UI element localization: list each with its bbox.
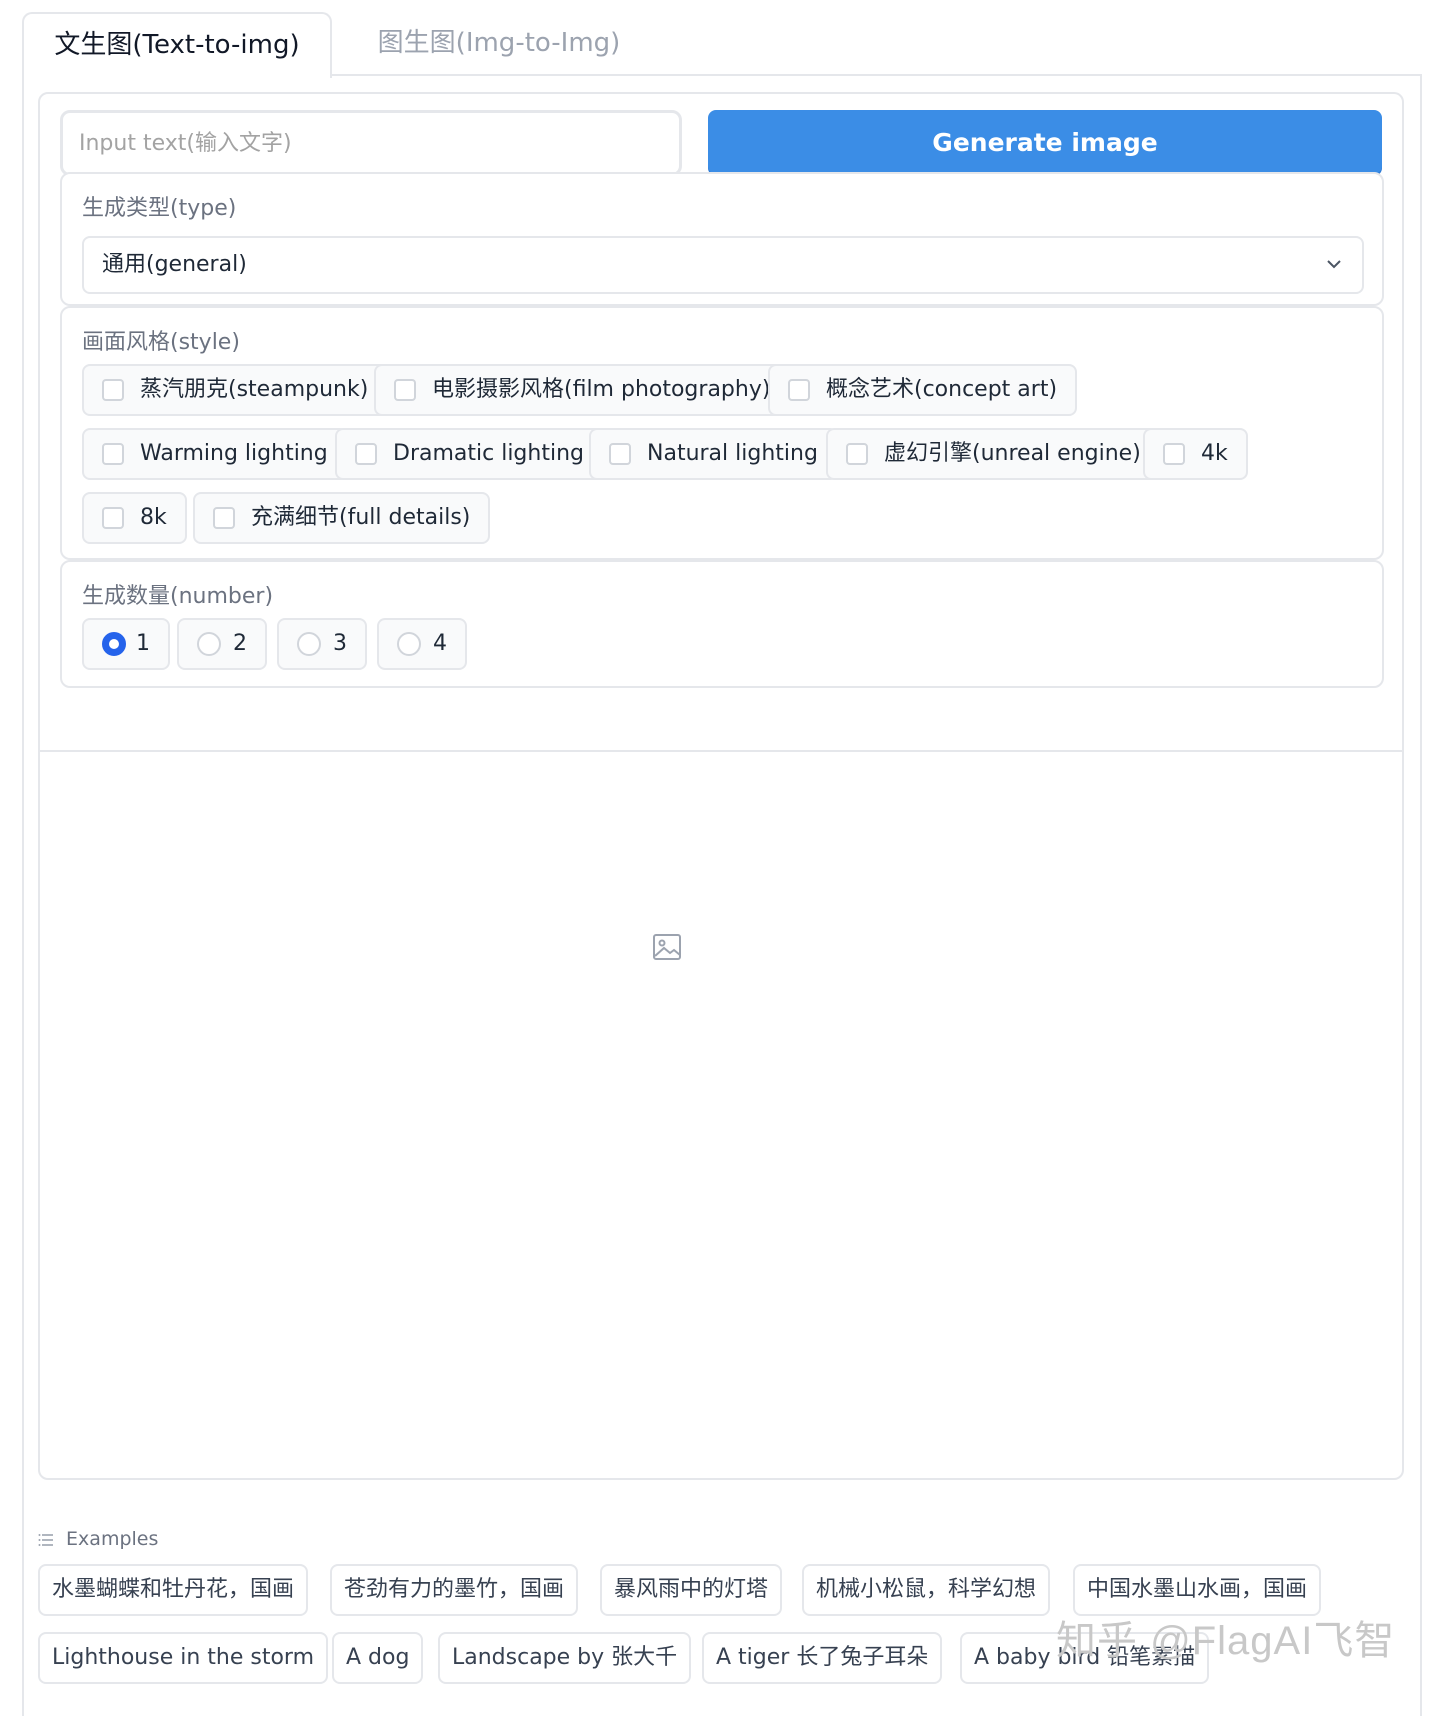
checkbox[interactable] (1163, 443, 1185, 465)
checkbox[interactable] (394, 379, 416, 401)
examples-label: Examples (66, 1528, 159, 1550)
checkbox[interactable] (355, 443, 377, 465)
checkbox[interactable] (102, 507, 124, 529)
generate-image-button[interactable]: Generate image (708, 110, 1382, 174)
style-option-steampunk[interactable]: 蒸汽朋克(steampunk) (82, 364, 389, 416)
type-label: 生成类型(type) (82, 196, 237, 221)
number-option-1[interactable]: 1 (82, 618, 170, 670)
number-section: 生成数量(number) 1 2 3 4 (60, 560, 1384, 688)
style-option-natural-lighting[interactable]: Natural lighting (589, 428, 838, 480)
type-section: 生成类型(type) 通用(general) (60, 172, 1384, 306)
radio-button[interactable] (297, 632, 321, 656)
style-option-warming-lighting[interactable]: Warming lighting (82, 428, 348, 480)
examples-header: Examples (38, 1528, 158, 1550)
main-panel: Generate image 生成类型(type) 通用(general) 画面… (38, 92, 1404, 1480)
checkbox[interactable] (102, 379, 124, 401)
tab-bar: 文生图(Text-to-img) 图生图(Img-to-Img) (22, 12, 1422, 78)
style-option-dramatic-lighting[interactable]: Dramatic lighting (335, 428, 604, 480)
style-option-unreal-engine[interactable]: 虚幻引擎(unreal engine) (826, 428, 1161, 480)
type-select-value: 通用(general) (102, 252, 247, 277)
style-section: 画面风格(style) 蒸汽朋克(steampunk) 电影摄影风格(film … (60, 306, 1384, 560)
checkbox[interactable] (609, 443, 631, 465)
style-option-4k[interactable]: 4k (1143, 428, 1248, 480)
checkbox[interactable] (213, 507, 235, 529)
radio-button[interactable] (197, 632, 221, 656)
checkbox[interactable] (846, 443, 868, 465)
style-option-film-photography[interactable]: 电影摄影风格(film photography) (374, 364, 791, 416)
prompt-input[interactable] (60, 110, 682, 176)
example-item[interactable]: A tiger 长了兔子耳朵 (702, 1632, 943, 1684)
number-option-4[interactable]: 4 (377, 618, 467, 670)
chevron-down-icon (1327, 260, 1341, 269)
type-select[interactable]: 通用(general) (82, 236, 1364, 294)
tab-img-to-img[interactable]: 图生图(Img-to-Img) (354, 12, 644, 78)
style-option-full-details[interactable]: 充满细节(full details) (193, 492, 491, 544)
example-item[interactable]: A dog (332, 1632, 424, 1684)
example-item[interactable]: A baby bird 铅笔素描 (960, 1632, 1210, 1684)
image-placeholder-icon (653, 934, 681, 960)
style-option-concept-art[interactable]: 概念艺术(concept art) (768, 364, 1078, 416)
checkbox[interactable] (788, 379, 810, 401)
example-item[interactable]: 暴风雨中的灯塔 (600, 1564, 783, 1616)
example-item[interactable]: 水墨蝴蝶和牡丹花，国画 (38, 1564, 309, 1616)
number-option-2[interactable]: 2 (177, 618, 267, 670)
tab-text-to-img[interactable]: 文生图(Text-to-img) (22, 12, 332, 78)
example-item[interactable]: Landscape by 张大千 (438, 1632, 692, 1684)
radio-button[interactable] (397, 632, 421, 656)
example-item[interactable]: Lighthouse in the storm (38, 1632, 329, 1684)
example-item[interactable]: 中国水墨山水画，国画 (1073, 1564, 1322, 1616)
style-option-8k[interactable]: 8k (82, 492, 187, 544)
checkbox[interactable] (102, 443, 124, 465)
number-option-3[interactable]: 3 (277, 618, 367, 670)
style-label: 画面风格(style) (82, 330, 240, 355)
list-icon (38, 1533, 53, 1546)
radio-button-selected[interactable] (102, 632, 126, 656)
output-divider (40, 750, 1402, 752)
example-item[interactable]: 苍劲有力的墨竹，国画 (330, 1564, 579, 1616)
example-item[interactable]: 机械小松鼠，科学幻想 (802, 1564, 1051, 1616)
number-label: 生成数量(number) (82, 584, 274, 609)
